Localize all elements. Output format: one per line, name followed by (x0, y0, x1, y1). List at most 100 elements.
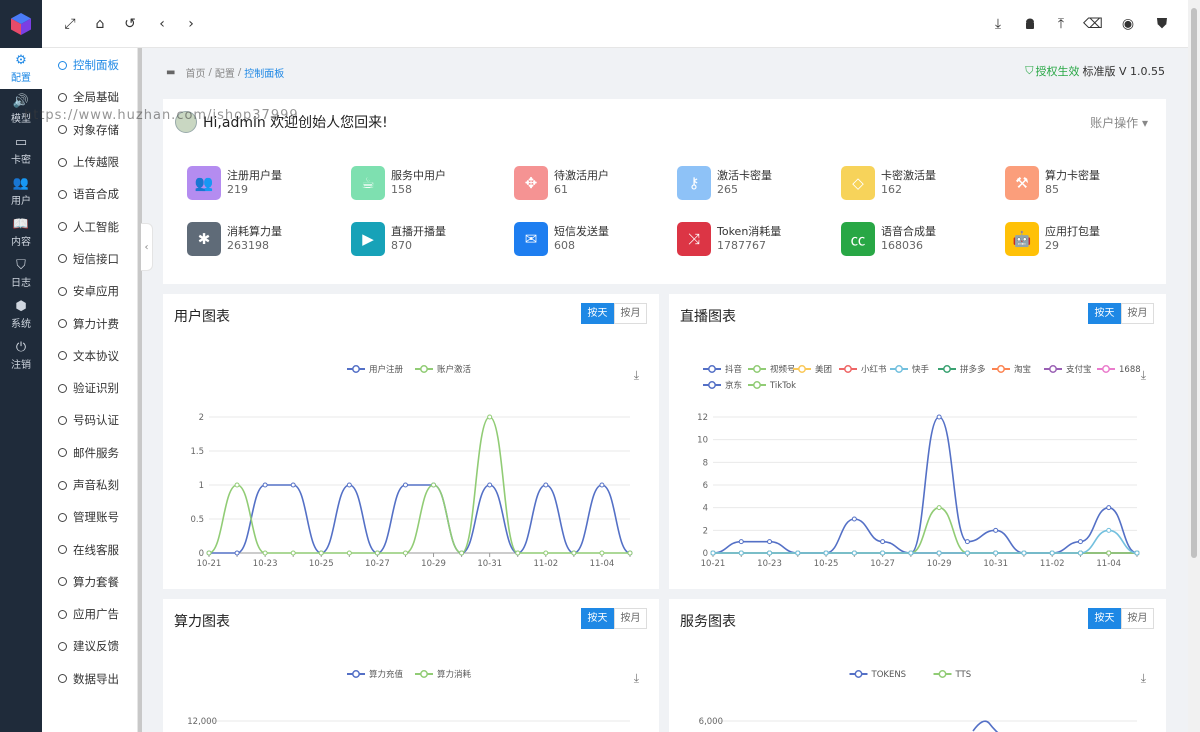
data-point[interactable] (767, 539, 773, 545)
android-icon[interactable] (1020, 14, 1040, 34)
data-point[interactable] (374, 550, 380, 556)
data-point[interactable] (1077, 550, 1083, 556)
data-point[interactable] (767, 550, 773, 556)
data-point[interactable] (543, 550, 549, 556)
data-point[interactable] (936, 414, 942, 420)
forward-icon[interactable]: › (181, 14, 201, 34)
rail-item-5[interactable]: ⛉ 日志 (0, 253, 42, 294)
data-point[interactable] (599, 482, 605, 488)
data-point[interactable] (710, 550, 716, 556)
data-point[interactable] (1049, 550, 1055, 556)
legend-item[interactable]: 京东 (703, 380, 742, 391)
data-point[interactable] (599, 550, 605, 556)
data-point[interactable] (851, 550, 857, 556)
breadcrumb-config[interactable]: 配置 (215, 65, 235, 80)
data-point[interactable] (1106, 505, 1112, 511)
save-image-icon[interactable]: ⤓ (1141, 368, 1146, 383)
rail-item-2[interactable]: ▭ 卡密 (0, 130, 42, 171)
save-image-icon[interactable]: ⤓ (634, 671, 639, 686)
data-point[interactable] (487, 414, 493, 420)
submenu-item[interactable]: 应用广告 (42, 598, 137, 630)
data-point[interactable] (262, 550, 268, 556)
data-point[interactable] (318, 550, 324, 556)
data-point[interactable] (1077, 539, 1083, 545)
submenu-item[interactable]: 建议反馈 (42, 630, 137, 662)
legend-item[interactable]: 支付宝 (1044, 364, 1092, 375)
submenu-item[interactable]: 号码认证 (42, 404, 137, 436)
submenu-item[interactable]: 声音私刻 (42, 469, 137, 501)
data-point[interactable] (993, 550, 999, 556)
legend-item[interactable]: TTS (933, 670, 972, 680)
submenu-item[interactable]: 管理账号 (42, 501, 137, 533)
data-point[interactable] (290, 482, 296, 488)
data-point[interactable] (487, 482, 493, 488)
data-point[interactable] (964, 550, 970, 556)
legend-item[interactable]: 用户注册 (347, 364, 404, 375)
data-point[interactable] (880, 539, 886, 545)
data-point[interactable] (936, 550, 942, 556)
data-point[interactable] (262, 482, 268, 488)
rail-item-1[interactable]: 🔊 模型 (0, 89, 42, 130)
submenu-item[interactable]: 安卓应用 (42, 275, 137, 307)
legend-item[interactable]: 快手 (890, 364, 930, 375)
data-point[interactable] (880, 550, 886, 556)
account-dropdown[interactable]: 账户操作 ▾ (1090, 114, 1148, 131)
data-point[interactable] (964, 539, 970, 545)
data-point[interactable] (738, 539, 744, 545)
data-point[interactable] (1106, 550, 1112, 556)
data-point[interactable] (459, 550, 465, 556)
data-point[interactable] (515, 550, 521, 556)
legend-item[interactable]: TikTok (748, 381, 796, 391)
rail-item-0[interactable]: ⚙ 配置 (0, 48, 42, 89)
legend-item[interactable]: 抖音 (703, 364, 743, 375)
data-point[interactable] (290, 550, 296, 556)
submenu-item[interactable]: 数据导出 (42, 663, 137, 695)
legend-item[interactable]: TOKENS (849, 670, 907, 680)
data-point[interactable] (738, 550, 744, 556)
back-icon[interactable]: ‹ (152, 14, 172, 34)
rail-item-6[interactable]: ⬢ 系统 (0, 294, 42, 335)
save-image-icon[interactable]: ⤓ (634, 368, 639, 383)
refresh-icon[interactable]: ↺ (120, 14, 140, 34)
data-point[interactable] (402, 482, 408, 488)
data-point[interactable] (543, 482, 549, 488)
data-point[interactable] (431, 482, 437, 488)
breadcrumb-home[interactable]: 首页 (185, 65, 205, 80)
data-point[interactable] (993, 527, 999, 533)
submenu-item[interactable]: 验证识别 (42, 372, 137, 404)
rail-item-7[interactable]: ⏻ 注销 (0, 335, 42, 376)
user-circle-icon[interactable]: ◉ (1118, 14, 1138, 34)
submenu-item[interactable]: 对象存储 (42, 114, 137, 146)
data-point[interactable] (234, 550, 240, 556)
rail-item-3[interactable]: 👥 用户 (0, 171, 42, 212)
data-point[interactable] (346, 550, 352, 556)
submenu-item[interactable]: 全局基础 (42, 81, 137, 113)
submenu-item[interactable]: 控制面板 (42, 49, 137, 81)
shield-check-icon[interactable]: ⛊ (1152, 14, 1172, 34)
upload-icon[interactable]: ⤒ (1051, 14, 1071, 34)
data-point[interactable] (346, 482, 352, 488)
submenu-item[interactable]: 邮件服务 (42, 437, 137, 469)
legend-item[interactable]: 算力充值 (347, 669, 404, 680)
data-point[interactable] (823, 550, 829, 556)
data-point[interactable] (1106, 527, 1112, 533)
submenu-item[interactable]: 语音合成 (42, 178, 137, 210)
data-point[interactable] (402, 550, 408, 556)
app-logo[interactable] (0, 0, 42, 48)
legend-item[interactable]: 账户激活 (415, 364, 472, 375)
submenu-item[interactable]: 算力套餐 (42, 566, 137, 598)
data-point[interactable] (627, 550, 633, 556)
collapse-sidebar-button[interactable]: ‹ (141, 223, 153, 271)
data-point[interactable] (571, 550, 577, 556)
rail-item-4[interactable]: 📖 内容 (0, 212, 42, 253)
data-point[interactable] (851, 516, 857, 522)
submenu-scrollbar[interactable] (138, 48, 142, 732)
submenu-item[interactable]: 算力计费 (42, 307, 137, 339)
submenu-item[interactable]: 文本协议 (42, 340, 137, 372)
home-icon[interactable]: ⌂ (90, 14, 110, 34)
save-image-icon[interactable]: ⤓ (1141, 671, 1146, 686)
legend-item[interactable]: 淘宝 (992, 364, 1031, 375)
download-icon[interactable]: ⤓ (988, 14, 1008, 34)
submenu-item[interactable]: 人工智能 (42, 210, 137, 242)
data-point[interactable] (908, 550, 914, 556)
